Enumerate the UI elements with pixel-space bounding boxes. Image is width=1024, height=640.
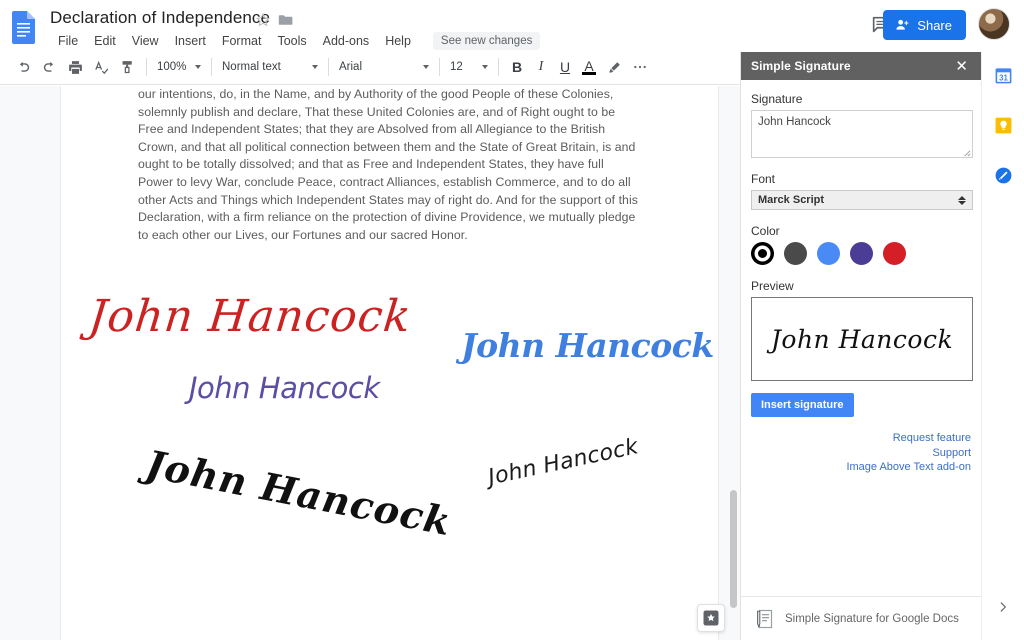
chevron-down-icon [312, 65, 318, 69]
document-title[interactable]: Declaration of Independence [50, 8, 270, 28]
chevron-down-icon [482, 65, 488, 69]
signature-image-1[interactable]: John Hancock [86, 291, 414, 342]
signature-preview: John Hancock [751, 297, 973, 381]
chevron-right-icon[interactable] [996, 600, 1010, 618]
zoom-value: 100% [157, 61, 186, 73]
menu-edit[interactable]: Edit [86, 33, 124, 49]
color-swatch-dark-gray[interactable] [784, 242, 807, 265]
color-field-label: Color [751, 224, 971, 238]
text-color-letter: A [584, 60, 593, 72]
color-swatch-red[interactable] [883, 242, 906, 265]
menu-format[interactable]: Format [214, 33, 270, 49]
paragraph-style-value: Normal text [222, 61, 281, 73]
paragraph-style-dropdown[interactable]: Normal text [218, 55, 322, 79]
color-swatch-purple[interactable] [850, 242, 873, 265]
sidebar-links: Request feature Support Image Above Text… [751, 431, 971, 475]
person-add-icon [894, 17, 910, 33]
bold-button[interactable]: B [505, 55, 529, 79]
menu-bar: File Edit View Insert Format Tools Add-o… [50, 32, 540, 50]
redo-icon[interactable] [36, 54, 62, 80]
color-swatch-black[interactable] [751, 242, 774, 265]
signature-preview-text: John Hancock [771, 325, 953, 354]
color-swatch-blue[interactable] [817, 242, 840, 265]
text-color-button[interactable]: A [577, 55, 601, 79]
link-support[interactable]: Support [751, 446, 971, 461]
share-button[interactable]: Share [883, 10, 966, 40]
toolbar-divider [211, 58, 212, 76]
font-select-value: Marck Script [758, 194, 824, 206]
side-app-rail: 31 [981, 52, 1024, 640]
chevron-down-icon [423, 65, 429, 69]
user-avatar[interactable] [978, 8, 1010, 40]
text-color-swatch [582, 72, 596, 75]
menu-file[interactable]: File [50, 33, 86, 49]
font-family-value: Arial [339, 61, 362, 73]
close-icon[interactable]: ✕ [952, 57, 971, 76]
google-docs-window: Declaration of Independence File Edit Vi… [0, 0, 1024, 640]
google-keep-icon[interactable] [994, 116, 1013, 135]
addon-sidebar: Simple Signature ✕ Signature Font Marck … [740, 52, 980, 640]
spellcheck-icon[interactable] [88, 54, 114, 80]
addon-document-icon [755, 609, 773, 629]
underline-button[interactable]: U [553, 55, 577, 79]
sidebar-footer: Simple Signature for Google Docs [741, 596, 981, 640]
chevron-down-icon [195, 65, 201, 69]
menu-view[interactable]: View [124, 33, 167, 49]
signature-image-3[interactable]: John Hancock [189, 371, 380, 405]
sidebar-title: Simple Signature [751, 59, 851, 73]
top-bar: Declaration of Independence File Edit Vi… [0, 0, 1024, 50]
more-options-icon[interactable] [627, 54, 653, 80]
see-new-changes-button[interactable]: See new changes [433, 32, 540, 50]
undo-icon[interactable] [10, 54, 36, 80]
star-icon[interactable] [255, 12, 271, 28]
menu-help[interactable]: Help [377, 33, 419, 49]
signature-input[interactable] [751, 110, 973, 158]
preview-label: Preview [751, 279, 971, 293]
menu-addons[interactable]: Add-ons [315, 33, 378, 49]
signature-image-2[interactable]: John Hancock [461, 326, 714, 365]
menu-tools[interactable]: Tools [269, 33, 314, 49]
sidebar-body: Signature Font Marck Script Color [741, 80, 981, 610]
toolbar-divider [498, 58, 499, 76]
stepper-icon [958, 196, 966, 205]
sidebar-header: Simple Signature ✕ [741, 52, 981, 80]
folder-icon[interactable] [278, 13, 294, 27]
toolbar-divider [328, 58, 329, 76]
font-family-dropdown[interactable]: Arial [335, 55, 433, 79]
link-request-feature[interactable]: Request feature [751, 431, 971, 446]
zoom-dropdown[interactable]: 100% [153, 55, 205, 79]
explore-button[interactable] [697, 604, 725, 632]
google-calendar-icon[interactable]: 31 [994, 66, 1013, 85]
italic-button[interactable]: I [529, 55, 553, 79]
share-button-label: Share [917, 18, 952, 33]
highlighter-icon[interactable] [601, 54, 627, 80]
signature-image-5[interactable]: John Hancock [486, 434, 641, 490]
color-swatch-group [751, 242, 971, 265]
font-select[interactable]: Marck Script [751, 190, 973, 210]
signature-image-4[interactable]: John Hancock [142, 441, 455, 544]
font-field-label: Font [751, 172, 971, 186]
document-scrollbar-thumb[interactable] [730, 490, 737, 608]
document-page[interactable]: our intentions, do, in the Name, and by … [60, 86, 719, 640]
svg-text:31: 31 [999, 73, 1008, 82]
insert-signature-button[interactable]: Insert signature [751, 393, 854, 417]
menu-insert[interactable]: Insert [167, 33, 214, 49]
toolbar-divider [146, 58, 147, 76]
font-size-value: 12 [450, 61, 463, 73]
sidebar-footer-label: Simple Signature for Google Docs [785, 613, 959, 625]
google-docs-logo-icon[interactable] [10, 10, 38, 44]
document-canvas: our intentions, do, in the Name, and by … [0, 86, 740, 640]
print-icon[interactable] [62, 54, 88, 80]
toolbar-divider [439, 58, 440, 76]
signature-textarea-wrapper [751, 110, 973, 158]
google-tasks-icon[interactable] [994, 166, 1013, 185]
font-size-dropdown[interactable]: 12 [446, 55, 492, 79]
paint-format-icon[interactable] [114, 54, 140, 80]
signature-field-label: Signature [751, 92, 971, 106]
document-paragraph[interactable]: our intentions, do, in the Name, and by … [138, 86, 638, 244]
explore-icon [702, 609, 720, 627]
link-image-above-text-addon[interactable]: Image Above Text add-on [751, 460, 971, 475]
